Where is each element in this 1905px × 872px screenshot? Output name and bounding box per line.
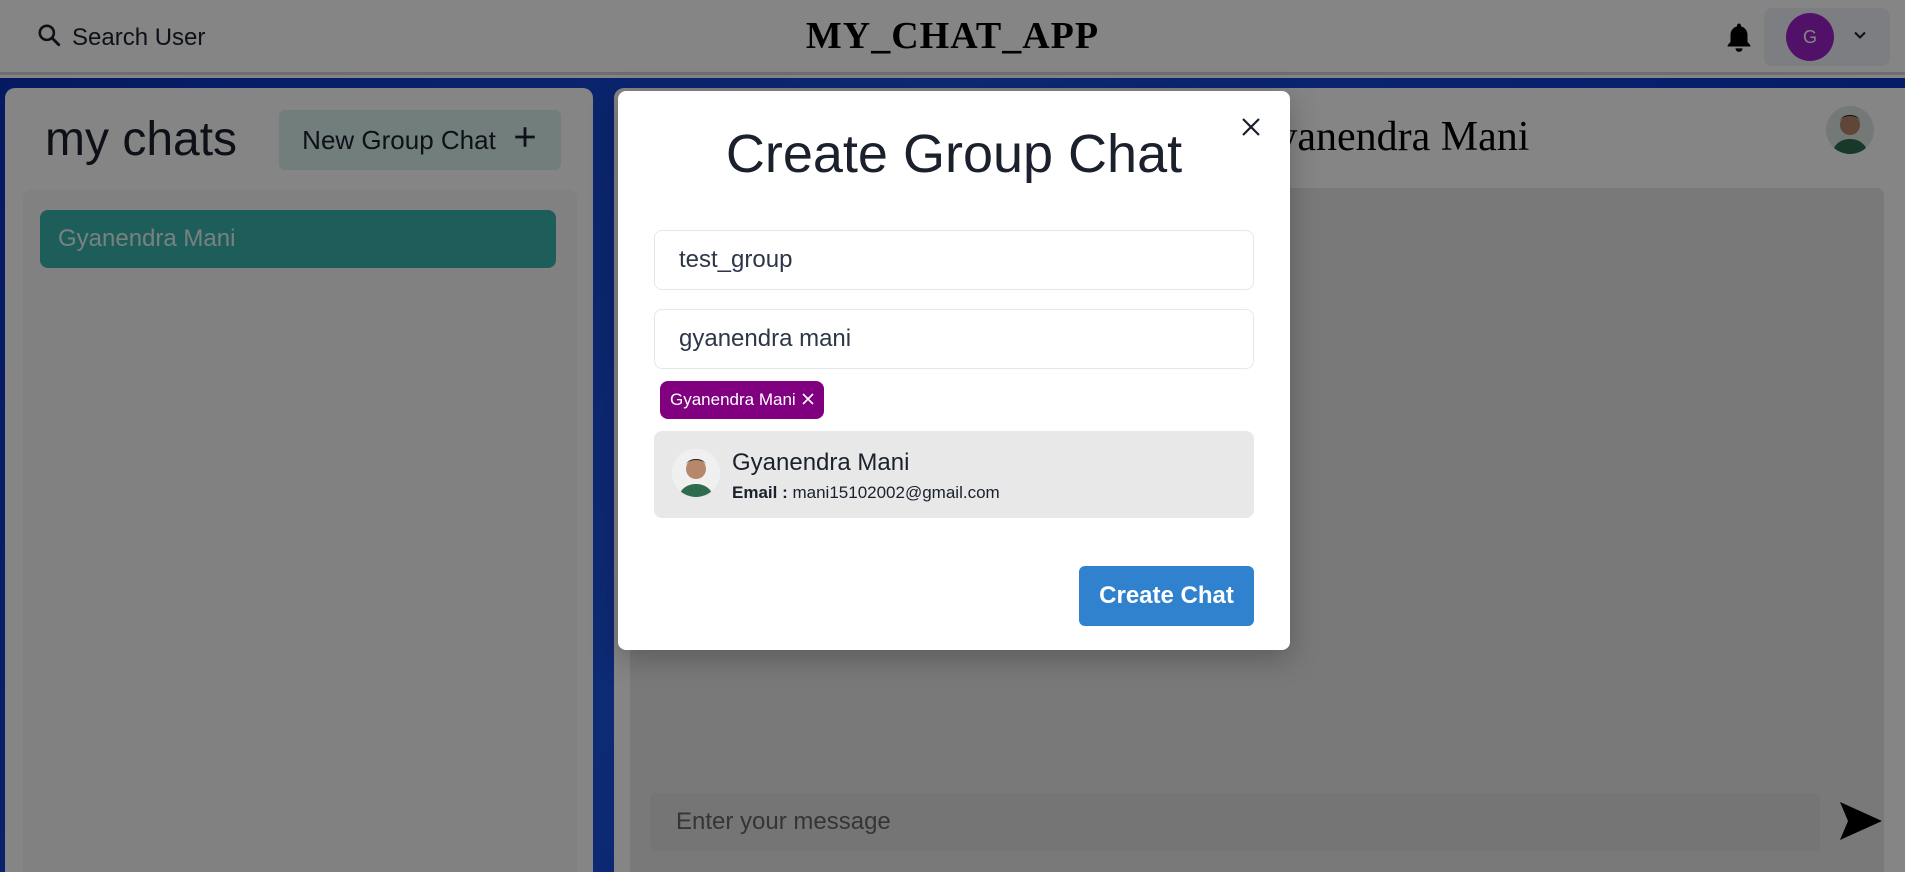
result-user-name: Gyanendra Mani	[732, 449, 910, 476]
modal-title: Create Group Chat	[725, 124, 1183, 184]
chat-name-input[interactable]: test_group	[654, 230, 1254, 290]
user-search-result[interactable]: Gyanendra Mani Email : mani15102002@gmai…	[654, 431, 1254, 518]
result-user-email: mani15102002@gmail.com	[792, 483, 1000, 502]
selected-user-badge-label: Gyanendra Mani	[670, 390, 796, 409]
selected-user-badge: Gyanendra Mani	[660, 381, 824, 419]
result-user-email-row: Email : mani15102002@gmail.com	[732, 483, 1000, 503]
create-chat-button[interactable]: Create Chat	[1079, 566, 1254, 626]
close-icon[interactable]	[802, 390, 814, 410]
email-label: Email :	[732, 483, 788, 502]
avatar	[672, 449, 720, 497]
create-group-chat-modal: Create Group Chat test_group gyanendra m…	[618, 91, 1290, 650]
add-users-input[interactable]: gyanendra mani	[654, 309, 1254, 369]
